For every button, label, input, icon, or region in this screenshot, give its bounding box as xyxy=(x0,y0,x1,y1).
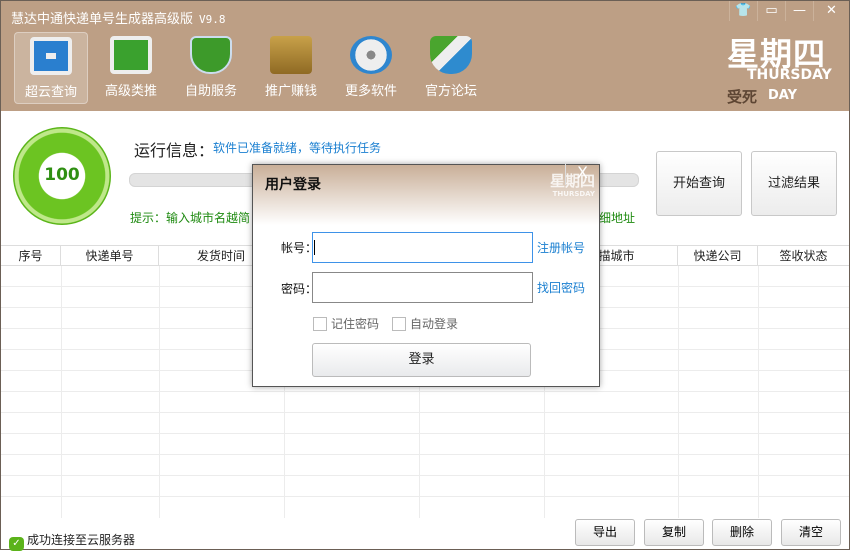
filter-results-button[interactable]: 过滤结果 xyxy=(751,151,837,216)
recover-password-link[interactable]: 找回密码 xyxy=(537,279,585,296)
login-dialog: 用户登录 星期四 THURSDAY X 帐号： 注册帐号 密码： 找回密码 记住密… xyxy=(252,163,600,387)
copy-button[interactable]: 复制 xyxy=(644,519,704,546)
tool-label: 超云查询 xyxy=(24,85,77,100)
col-tracking-no[interactable]: 快递单号 xyxy=(61,246,159,266)
tool-self-service[interactable]: 自助服务 xyxy=(174,32,248,104)
tool-label: 自助服务 xyxy=(184,84,237,99)
shield-clock-icon xyxy=(190,36,232,74)
auto-login-label: 自动登录 xyxy=(410,317,459,331)
minimize-icon[interactable]: — xyxy=(785,1,813,21)
run-info-label: 运行信息： xyxy=(134,141,215,160)
skin-icon[interactable]: 👕 xyxy=(729,1,757,21)
version-text: V9.8 xyxy=(199,13,226,26)
logo-day: DAY xyxy=(768,88,798,103)
grid-row-line xyxy=(1,433,849,434)
run-info-message: 软件已准备就绪，等待执行任务 xyxy=(213,141,382,155)
status-bar: ✓ 成功连接至云服务器 xyxy=(9,531,135,551)
login-button[interactable]: 登录 xyxy=(312,343,531,377)
app-title: 慧达中通快递单号生成器高级版 V9.8 xyxy=(11,8,226,27)
tool-cloud-query[interactable]: 超云查询 xyxy=(14,32,88,104)
grid-row-line xyxy=(1,475,849,476)
account-input[interactable] xyxy=(312,232,533,263)
tool-label: 官方论坛 xyxy=(424,84,477,99)
check-icon: ✓ xyxy=(9,537,24,551)
main-window: 慧达中通快递单号生成器高级版 V9.8 👕 ▭ — ✕ 超云查询 高级类推 自助服… xyxy=(0,0,850,551)
tool-label: 高级类推 xyxy=(104,84,157,99)
status-text: 成功连接至云服务器 xyxy=(27,533,136,547)
monitor-wand-icon xyxy=(110,36,152,74)
grid-column-line xyxy=(61,266,62,518)
delete-button[interactable]: 删除 xyxy=(712,519,772,546)
register-link[interactable]: 注册帐号 xyxy=(537,239,585,256)
tool-forum[interactable]: 官方论坛 xyxy=(414,32,488,104)
grid-row-line xyxy=(1,496,849,497)
hint-text-tail: 细地址 xyxy=(599,211,636,225)
close-icon[interactable]: X xyxy=(565,163,599,185)
monitor-chart-icon xyxy=(30,37,72,75)
clear-button[interactable]: 清空 xyxy=(781,519,841,546)
disc-icon xyxy=(350,36,392,74)
score-gauge: 100 xyxy=(13,127,111,225)
remember-checkbox[interactable]: 记住密码 xyxy=(313,315,379,332)
hint-text: 提示：输入城市名越简 xyxy=(130,211,251,225)
grid-column-line xyxy=(678,266,679,518)
title-text: 慧达中通快递单号生成器高级版 xyxy=(11,12,194,27)
remember-label: 记住密码 xyxy=(331,317,380,331)
header-bar: 慧达中通快递单号生成器高级版 V9.8 👕 ▭ — ✕ 超云查询 高级类推 自助服… xyxy=(1,1,849,111)
password-input[interactable] xyxy=(312,272,533,303)
logo-cn2: 受死 xyxy=(727,88,758,106)
export-button[interactable]: 导出 xyxy=(575,519,635,546)
tool-label: 更多软件 xyxy=(344,84,397,99)
shield-icon xyxy=(430,36,472,74)
briefcase-icon xyxy=(270,36,312,74)
gauge-value: 100 xyxy=(44,165,80,185)
col-index[interactable]: 序号 xyxy=(1,246,61,266)
tool-label: 推广赚钱 xyxy=(264,84,317,99)
logo-en: THURSDAY xyxy=(747,67,832,83)
checkbox-icon xyxy=(392,317,406,331)
menu-icon[interactable]: ▭ xyxy=(757,1,785,21)
col-courier[interactable]: 快递公司 xyxy=(678,246,758,266)
grid-row-line xyxy=(1,412,849,413)
auto-login-checkbox[interactable]: 自动登录 xyxy=(392,315,458,332)
tool-advanced-infer[interactable]: 高级类推 xyxy=(94,32,168,104)
start-query-button[interactable]: 开始查询 xyxy=(656,151,742,216)
dialog-title: 用户登录 xyxy=(265,177,321,193)
grid-row-line xyxy=(1,454,849,455)
col-sign-status[interactable]: 签收状态 xyxy=(758,246,849,266)
tool-promote[interactable]: 推广赚钱 xyxy=(254,32,328,104)
checkbox-icon xyxy=(313,317,327,331)
tool-more-software[interactable]: 更多软件 xyxy=(334,32,408,104)
grid-column-line xyxy=(159,266,160,518)
dialog-logo-en: THURSDAY xyxy=(552,190,596,198)
close-icon[interactable]: ✕ xyxy=(813,1,849,21)
text-caret xyxy=(314,240,315,255)
grid-row-line xyxy=(1,391,849,392)
grid-column-line xyxy=(758,266,759,518)
